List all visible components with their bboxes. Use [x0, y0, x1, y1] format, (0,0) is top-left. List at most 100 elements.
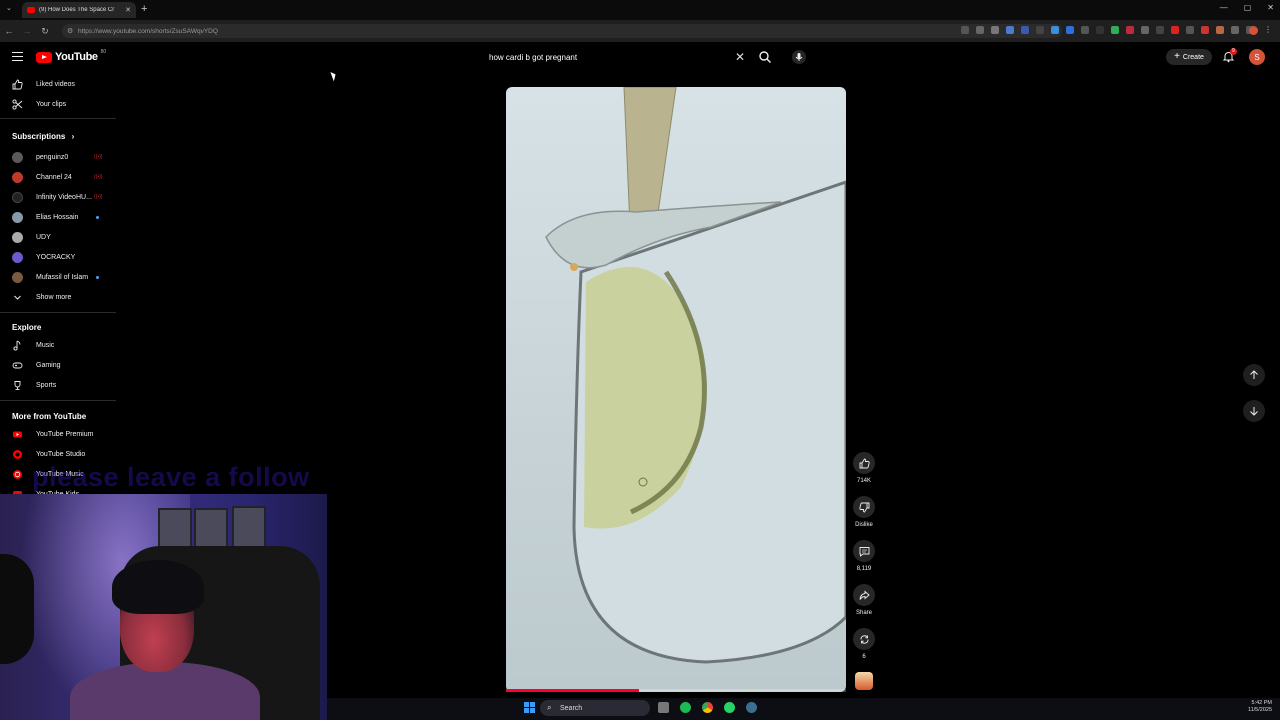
- more-from-youtube-heading: More from YouTube: [12, 412, 87, 421]
- windows-start-icon[interactable]: [524, 702, 535, 713]
- video-progress-bar[interactable]: [506, 689, 846, 692]
- original-sound-thumbnail[interactable]: [855, 672, 873, 690]
- search-icon[interactable]: [758, 50, 772, 64]
- url-text: https://www.youtube.com/shorts/ZsuSAWqvY…: [78, 27, 218, 35]
- sidebar-item-label: Your clips: [36, 100, 67, 108]
- sidebar-item-penguinz0[interactable]: penguinz0 ((•)): [0, 147, 116, 167]
- extension-icon-8[interactable]: [1111, 26, 1119, 34]
- maximize-button[interactable]: ▢: [1244, 3, 1252, 12]
- comments-button[interactable]: 8,119: [851, 540, 877, 572]
- window-controls: — ▢ ✕: [1220, 3, 1274, 12]
- new-tab-button[interactable]: +: [141, 3, 147, 15]
- extension-icon-6[interactable]: [1081, 26, 1089, 34]
- tab-close-icon[interactable]: ✕: [125, 6, 131, 14]
- like-button[interactable]: 714K: [851, 452, 877, 484]
- next-short-button[interactable]: [1243, 400, 1265, 422]
- extension-icon-15[interactable]: [1216, 26, 1224, 34]
- account-avatar[interactable]: S: [1249, 49, 1265, 65]
- sidebar-item-music[interactable]: Music: [0, 335, 116, 355]
- extension-icon-11[interactable]: [1156, 26, 1164, 34]
- extension-icon-5[interactable]: [1066, 26, 1074, 34]
- close-window-button[interactable]: ✕: [1267, 3, 1274, 12]
- url-field[interactable]: ⚙ https://www.youtube.com/shorts/ZsuSAWq…: [62, 24, 1062, 38]
- sidebar-item-channel-24[interactable]: Channel 24 ((•)): [0, 167, 116, 187]
- search-input[interactable]: how cardi b got pregnant: [480, 47, 752, 67]
- extensions-puzzle-icon[interactable]: [1231, 26, 1239, 34]
- video-frame-illustration: [545, 87, 846, 664]
- chevron-down-icon: [12, 292, 23, 303]
- bookmark-star-icon[interactable]: [991, 26, 999, 34]
- youtube-music-icon: [12, 469, 23, 480]
- sidebar-item-elias-hossain[interactable]: Elias Hossain: [0, 207, 116, 227]
- reload-button[interactable]: ↻: [36, 26, 54, 37]
- tab-search-button[interactable]: ⌄: [6, 4, 12, 12]
- sidebar-item-udy[interactable]: UDY: [0, 227, 116, 247]
- channel-avatar: [12, 191, 23, 203]
- sidebar-show-more[interactable]: Show more: [0, 287, 116, 307]
- sidebar-item-infinity-videohu[interactable]: Infinity VideoHU... ((•)): [0, 187, 116, 207]
- sidebar-item-liked-videos[interactable]: Liked videos: [0, 74, 116, 94]
- notification-count-badge: 9: [1230, 48, 1237, 55]
- sidebar-item-label: YouTube Premium: [36, 430, 94, 438]
- microphone-silhouette: [0, 554, 34, 664]
- taskbar-clock[interactable]: 5:42 PM 11/5/2025: [1236, 700, 1272, 714]
- sidebar-item-label: YouTube Studio: [36, 450, 86, 458]
- sidebar-item-yocracky[interactable]: YOCRACKY: [0, 247, 116, 267]
- back-button[interactable]: ←: [0, 26, 18, 36]
- trophy-icon: [12, 380, 23, 391]
- thumbs-down-icon: [853, 496, 875, 518]
- whatsapp-icon[interactable]: [724, 702, 735, 713]
- sidebar-item-youtube-studio[interactable]: YouTube Studio: [0, 444, 116, 464]
- subscriptions-heading[interactable]: Subscriptions ›: [12, 132, 74, 141]
- youtube-logo[interactable]: YouTube 80: [36, 49, 107, 63]
- install-app-icon[interactable]: [961, 26, 969, 34]
- voice-search-mic-icon[interactable]: [792, 50, 806, 64]
- logo-country-badge: 80: [100, 49, 107, 55]
- previous-short-button[interactable]: [1243, 364, 1265, 386]
- like-count: 714K: [856, 478, 871, 484]
- extension-icon-1[interactable]: [1006, 26, 1014, 34]
- browser-profile-avatar[interactable]: [1249, 26, 1258, 35]
- youtube-favicon-icon: [27, 7, 35, 13]
- site-info-icon[interactable]: ⚙: [67, 27, 73, 35]
- subscriptions-title: Subscriptions: [12, 132, 66, 141]
- extension-icon-3[interactable]: [1036, 26, 1044, 34]
- create-button[interactable]: + Create: [1166, 49, 1212, 65]
- live-indicator-icon: ((•)): [94, 154, 103, 160]
- task-view-icon[interactable]: [658, 702, 669, 713]
- sidebar-item-label: Gaming: [36, 361, 61, 369]
- shorts-video-player[interactable]: [506, 87, 846, 692]
- translate-icon[interactable]: [976, 26, 984, 34]
- extension-icon-4[interactable]: [1051, 26, 1059, 34]
- dislike-button[interactable]: Dislike: [851, 496, 877, 528]
- spotify-icon[interactable]: [680, 702, 691, 713]
- share-button[interactable]: Share: [851, 584, 877, 616]
- extension-icon-2[interactable]: [1021, 26, 1029, 34]
- browser-menu-icon[interactable]: ⋮: [1264, 25, 1272, 34]
- sidebar-item-label: Sports: [36, 381, 57, 389]
- minimize-button[interactable]: —: [1220, 3, 1228, 12]
- extension-icon-9[interactable]: [1126, 26, 1134, 34]
- sidebar-item-your-clips[interactable]: Your clips: [0, 94, 116, 114]
- extension-icon-10[interactable]: [1141, 26, 1149, 34]
- browser-tab-active[interactable]: (9) How Does The Space Cr ✕: [22, 2, 136, 18]
- extension-icon-13[interactable]: [1186, 26, 1194, 34]
- chrome-icon[interactable]: [702, 702, 713, 713]
- youtube-premium-icon: [12, 429, 23, 440]
- extension-icon-12[interactable]: [1171, 26, 1179, 34]
- remix-button[interactable]: 6: [851, 628, 877, 660]
- forward-button[interactable]: →: [18, 26, 36, 36]
- sidebar-item-mufassil-of-islam[interactable]: Mufassil of Islam: [0, 267, 116, 287]
- taskbar-search-box[interactable]: ⌕ Search: [540, 700, 650, 716]
- steam-icon[interactable]: [746, 702, 757, 713]
- sidebar-item-label: Channel 24: [36, 173, 72, 181]
- sidebar-item-youtube-premium[interactable]: YouTube Premium: [0, 424, 116, 444]
- sidebar-item-sports[interactable]: Sports: [0, 375, 116, 395]
- sidebar-item-label: penguinz0: [36, 153, 69, 161]
- sidebar-item-gaming[interactable]: Gaming: [0, 355, 116, 375]
- extension-icon-7[interactable]: [1096, 26, 1104, 34]
- menu-hamburger-icon[interactable]: [12, 52, 23, 63]
- clear-search-icon[interactable]: ✕: [735, 50, 745, 64]
- extension-icon-14[interactable]: [1201, 26, 1209, 34]
- chevron-right-icon: ›: [71, 132, 75, 141]
